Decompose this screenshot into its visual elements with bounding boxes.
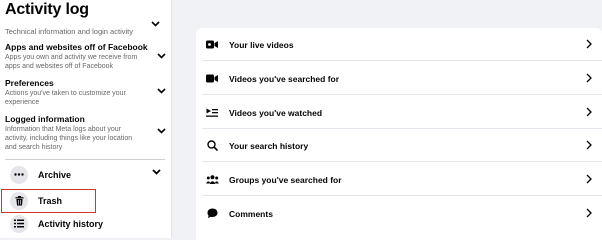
activity-list-panel: Your live videos Videos you've searched … <box>196 28 602 240</box>
chevron-down-icon[interactable] <box>157 128 166 134</box>
category-logged-information[interactable]: Logged information Information that Meta… <box>5 114 166 152</box>
list-item-groups-searched[interactable]: Groups you've searched for <box>196 163 602 196</box>
category-title: Preferences <box>5 78 54 88</box>
video-camera-icon <box>205 38 219 52</box>
list-icon <box>10 214 28 233</box>
list-item-label: Videos you've watched <box>229 107 323 118</box>
chevron-right-icon <box>586 140 592 150</box>
category-desc: Information that Meta logs about your ac… <box>5 126 133 151</box>
category-apps-websites[interactable]: Apps and websites off of Facebook Apps y… <box>5 42 166 71</box>
top-bar <box>172 0 602 14</box>
list-item-videos-watched[interactable]: Videos you've watched <box>196 96 602 129</box>
list-item-live-videos[interactable]: Your live videos <box>196 28 602 61</box>
list-item-comments[interactable]: Comments <box>196 197 602 230</box>
category-desc: Actions you've taken to customize your e… <box>5 90 126 106</box>
chevron-down-icon[interactable] <box>157 53 166 59</box>
list-item-label: Your search history <box>229 140 309 151</box>
comment-icon <box>205 207 219 221</box>
list-item-label: Your live videos <box>229 39 294 50</box>
chevron-right-icon <box>586 107 592 117</box>
category-desc: Apps you own and activity we receive fro… <box>5 54 138 70</box>
chevron-right-icon <box>586 73 592 83</box>
groups-icon <box>205 173 219 187</box>
more-dots-icon <box>10 165 28 184</box>
chevron-down-icon[interactable] <box>157 88 166 94</box>
sidebar-title: Activity log <box>5 1 89 18</box>
watched-video-icon <box>205 106 219 120</box>
chevron-down-icon[interactable] <box>151 21 160 27</box>
search-icon <box>205 139 219 153</box>
sidebar-item-activity-history[interactable]: Activity history <box>5 212 167 235</box>
sidebar-divider <box>5 159 165 160</box>
category-title: Logged information <box>5 114 85 124</box>
chevron-down-icon[interactable] <box>152 169 161 175</box>
list-item-videos-searched[interactable]: Videos you've searched for <box>196 62 602 95</box>
list-item-label: Groups you've searched for <box>229 174 342 185</box>
list-item-label: Videos you've searched for <box>229 73 340 84</box>
trash-highlight-box <box>1 189 96 213</box>
video-camera-icon <box>205 72 219 86</box>
category-desc-logins: Technical information and login activity <box>5 27 133 36</box>
list-item-label: Comments <box>229 208 273 219</box>
list-item-search-history[interactable]: Your search history <box>196 129 602 162</box>
sidebar-item-label: Activity history <box>38 218 104 229</box>
chevron-right-icon <box>586 208 592 218</box>
chevron-right-icon <box>586 39 592 49</box>
sidebar-item-label: Archive <box>38 169 72 180</box>
sidebar-item-archive[interactable]: Archive <box>5 163 167 186</box>
chevron-right-icon <box>586 174 592 184</box>
category-preferences[interactable]: Preferences Actions you've taken to cust… <box>5 78 166 107</box>
category-title: Apps and websites off of Facebook <box>5 42 148 52</box>
